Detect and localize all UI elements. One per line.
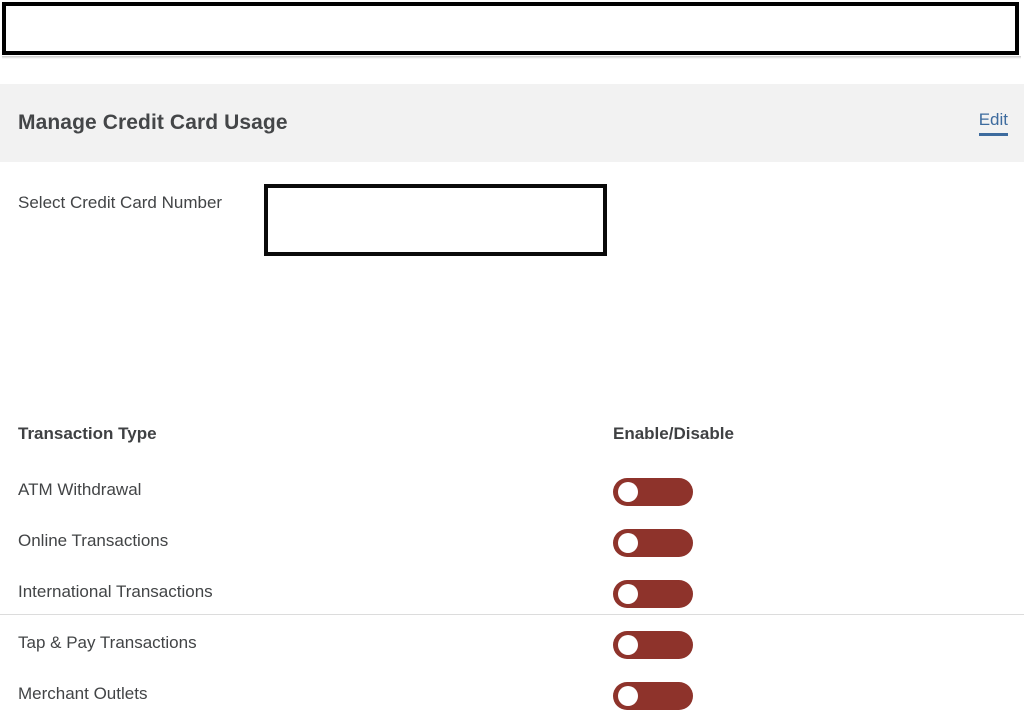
top-frame-shadow: [2, 56, 1021, 59]
toggle-knob: [618, 635, 638, 655]
toggle-atm-withdrawal[interactable]: [613, 478, 693, 506]
top-framed-input[interactable]: [2, 2, 1019, 55]
toggle-online-transactions[interactable]: [613, 529, 693, 557]
transaction-type-label: Online Transactions: [18, 531, 169, 550]
table-row: ATM Withdrawal: [0, 468, 1024, 519]
transaction-rows: ATM Withdrawal Online Transactions Inter…: [0, 468, 1024, 723]
transaction-type-label: ATM Withdrawal: [18, 480, 142, 499]
toggle-knob: [618, 533, 638, 553]
section-header: Manage Credit Card Usage Edit: [0, 84, 1024, 162]
column-header-enable-disable: Enable/Disable: [613, 424, 734, 443]
transaction-type-label: Merchant Outlets: [18, 684, 148, 703]
toggle-merchant-outlets[interactable]: [613, 682, 693, 710]
column-header-transaction-type: Transaction Type: [18, 424, 157, 443]
transaction-type-label: International Transactions: [18, 582, 213, 601]
select-card-label: Select Credit Card Number: [18, 193, 223, 212]
transaction-type-label: Tap & Pay Transactions: [18, 633, 197, 652]
toggle-knob: [618, 686, 638, 706]
toggle-tap-and-pay-transactions[interactable]: [613, 631, 693, 659]
table-row: Tap & Pay Transactions: [0, 621, 1024, 672]
toggle-international-transactions[interactable]: [613, 580, 693, 608]
select-card-input[interactable]: [264, 184, 607, 256]
table-row: Merchant Outlets: [0, 672, 1024, 723]
table-column-headers: Transaction Type Enable/Disable: [0, 424, 1024, 448]
select-card-row: Select Credit Card Number: [0, 162, 1024, 256]
toggle-knob: [618, 584, 638, 604]
bottom-divider: [0, 614, 1024, 615]
main-content: Select Credit Card Number Transaction Ty…: [0, 162, 1024, 710]
edit-underline: [978, 133, 1008, 136]
table-row: Online Transactions: [0, 519, 1024, 570]
page-title: Manage Credit Card Usage: [18, 111, 288, 134]
edit-button[interactable]: Edit: [978, 110, 1008, 136]
edit-button-label: Edit: [978, 110, 1008, 129]
toggle-knob: [618, 482, 638, 502]
